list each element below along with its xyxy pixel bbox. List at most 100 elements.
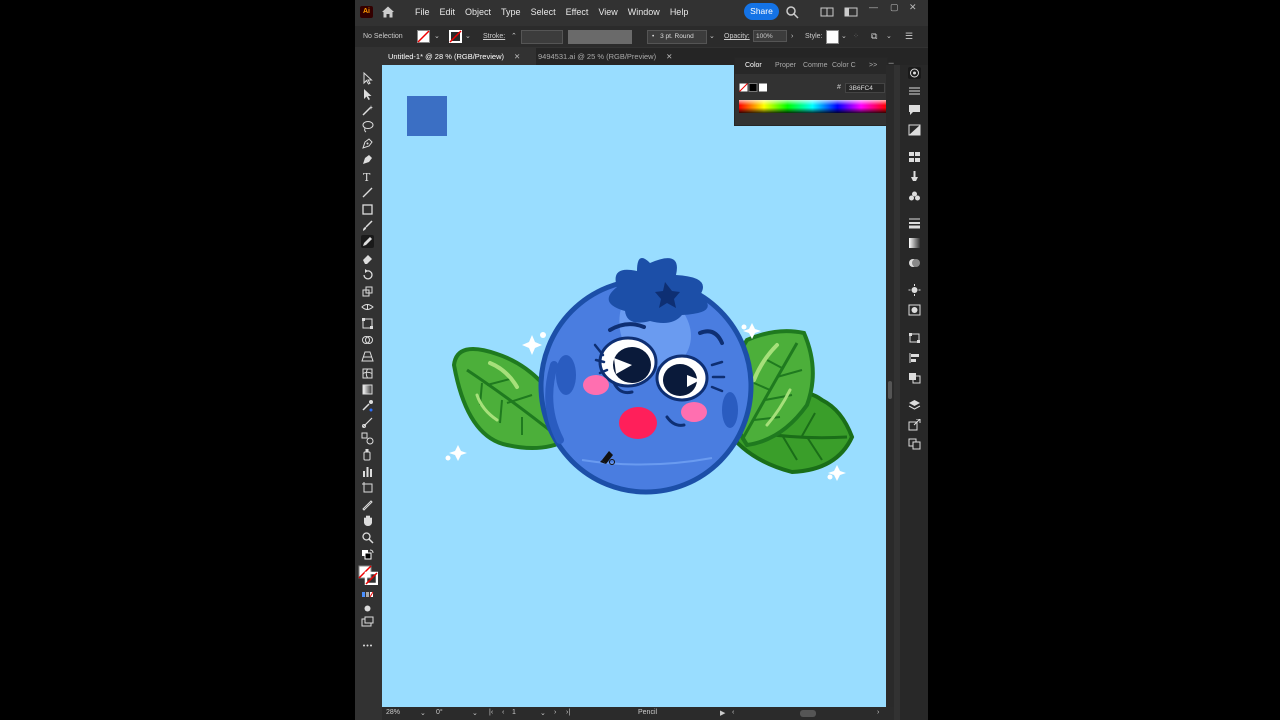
- default-fill-stroke-icon[interactable]: [361, 549, 374, 562]
- expand-panel-icon[interactable]: >>: [869, 62, 877, 69]
- close-tab-icon[interactable]: ✕: [514, 52, 520, 61]
- recolor-icon[interactable]: ⁘: [853, 26, 859, 47]
- scroll-left-icon[interactable]: ‹: [732, 709, 734, 716]
- variable-width-profile[interactable]: [568, 30, 632, 44]
- menu-effect[interactable]: Effect: [566, 7, 589, 17]
- brushes-icon[interactable]: [908, 170, 921, 182]
- artboard-tool-icon[interactable]: [361, 481, 374, 494]
- menu-edit[interactable]: Edit: [440, 7, 456, 17]
- gradient-tool-icon[interactable]: [361, 383, 374, 396]
- rotation-dropdown-icon[interactable]: ⌄: [472, 709, 478, 717]
- vertical-scrollbar[interactable]: [886, 65, 894, 707]
- hand-tool-icon[interactable]: [361, 514, 374, 527]
- direct-selection-tool-icon[interactable]: [361, 88, 374, 101]
- stroke-weight-field[interactable]: [521, 30, 563, 44]
- stroke-label[interactable]: Stroke:: [483, 26, 505, 47]
- lasso-tool-icon[interactable]: [361, 120, 374, 133]
- edit-toolbar-icon[interactable]: [361, 639, 374, 652]
- rectangle-tool-icon[interactable]: [361, 203, 374, 216]
- menu-file[interactable]: File: [415, 7, 430, 17]
- zoom-tool-icon[interactable]: [361, 531, 374, 544]
- color-mode-icon[interactable]: [361, 588, 374, 601]
- blend-tool-icon[interactable]: [361, 432, 374, 445]
- fill-dropdown-icon[interactable]: ⌄: [434, 26, 440, 47]
- drawing-mode-icon[interactable]: [361, 602, 374, 615]
- tab-untitled-1[interactable]: Untitled-1* @ 28 % (RGB/Preview) ✕: [382, 48, 536, 65]
- pencil-tool-icon[interactable]: [361, 235, 374, 248]
- align-panel-icon[interactable]: [908, 352, 921, 364]
- opacity-label[interactable]: Opacity:: [724, 26, 750, 47]
- column-graph-tool-icon[interactable]: [361, 465, 374, 478]
- menu-object[interactable]: Object: [465, 7, 491, 17]
- properties-icon[interactable]: [908, 85, 921, 97]
- width-tool-icon[interactable]: [361, 301, 374, 314]
- align-icon[interactable]: ⧉: [871, 26, 877, 47]
- horizontal-scroll-thumb[interactable]: [800, 710, 816, 717]
- fill-stroke-swatch-icon[interactable]: [358, 565, 378, 585]
- measure-tool-icon[interactable]: [361, 416, 374, 429]
- close-window-button[interactable]: ✕: [909, 2, 917, 13]
- graphic-styles-icon[interactable]: [908, 304, 921, 316]
- style-dropdown-icon[interactable]: ⌄: [841, 26, 847, 47]
- mesh-tool-icon[interactable]: [361, 367, 374, 380]
- menu-window[interactable]: Window: [628, 7, 660, 17]
- selection-tool-icon[interactable]: [361, 72, 374, 85]
- pathfinder-icon[interactable]: [908, 372, 921, 384]
- swatches-icon[interactable]: [908, 151, 921, 163]
- rotate-tool-icon[interactable]: [361, 268, 374, 281]
- none-swatch-icon[interactable]: [739, 83, 769, 93]
- tab-9494531[interactable]: 9494531.ai @ 25 % (RGB/Preview) ✕: [532, 48, 688, 65]
- menu-help[interactable]: Help: [670, 7, 689, 17]
- line-segment-tool-icon[interactable]: [361, 186, 374, 199]
- rotation-value[interactable]: 0°: [436, 709, 443, 716]
- pen-tool-icon[interactable]: [361, 137, 374, 150]
- opacity-arrow-icon[interactable]: ›: [791, 26, 793, 47]
- search-icon[interactable]: [785, 5, 799, 19]
- stroke-dropdown-icon[interactable]: ⌄: [465, 26, 471, 47]
- color-guide-icon[interactable]: [908, 124, 921, 136]
- last-artboard-icon[interactable]: ›|: [566, 709, 570, 716]
- scrollbar-thumb[interactable]: [888, 381, 892, 399]
- control-bar-menu-icon[interactable]: ☰: [905, 26, 913, 47]
- stroke-stepper-icon[interactable]: ⌃: [511, 26, 517, 47]
- zoom-dropdown-icon[interactable]: ⌄: [420, 709, 426, 717]
- zoom-level[interactable]: 28%: [386, 709, 400, 716]
- maximize-button[interactable]: ▢: [890, 2, 899, 13]
- tab-color-guide[interactable]: Color C: [832, 62, 856, 69]
- brush-definition-field[interactable]: • 3 pt. Round: [647, 30, 707, 44]
- arrange-documents-icon[interactable]: [820, 6, 834, 18]
- comments-icon[interactable]: [908, 104, 921, 116]
- menu-type[interactable]: Type: [501, 7, 521, 17]
- fill-swatch-icon[interactable]: [417, 30, 431, 43]
- graphic-style-swatch[interactable]: [826, 30, 839, 44]
- artboards-icon[interactable]: [908, 438, 921, 450]
- stroke-swatch-icon[interactable]: [449, 30, 463, 43]
- brush-dropdown-icon[interactable]: ⌄: [709, 26, 715, 47]
- align-dropdown-icon[interactable]: ⌄: [886, 26, 892, 47]
- prev-artboard-icon[interactable]: ‹: [502, 709, 504, 716]
- shape-builder-tool-icon[interactable]: [361, 334, 374, 347]
- share-button[interactable]: Share: [744, 3, 779, 20]
- artboard-canvas[interactable]: [382, 65, 886, 707]
- next-artboard-icon[interactable]: ›: [554, 709, 556, 716]
- layers-icon[interactable]: [908, 399, 921, 411]
- opacity-field[interactable]: 100%: [753, 30, 787, 42]
- artboard-dropdown-icon[interactable]: ⌄: [540, 709, 546, 717]
- tab-color[interactable]: Color: [745, 62, 762, 69]
- close-tab-icon[interactable]: ✕: [666, 52, 672, 61]
- tab-comments[interactable]: Comme: [803, 62, 828, 69]
- stroke-panel-icon[interactable]: [908, 217, 921, 229]
- workspace-switcher-icon[interactable]: [844, 6, 858, 18]
- hex-field[interactable]: 3B6FC4: [845, 83, 885, 93]
- free-transform-tool-icon[interactable]: [361, 317, 374, 330]
- screen-mode-icon[interactable]: [361, 616, 374, 629]
- scroll-right-icon[interactable]: ›: [877, 709, 879, 716]
- transparency-icon[interactable]: [908, 257, 921, 269]
- slice-tool-icon[interactable]: [361, 498, 374, 511]
- paintbrush-tool-icon[interactable]: [361, 219, 374, 232]
- magic-wand-tool-icon[interactable]: [361, 104, 374, 117]
- scale-tool-icon[interactable]: [361, 285, 374, 298]
- type-tool-icon[interactable]: T: [361, 170, 374, 183]
- home-icon[interactable]: [381, 5, 395, 19]
- symbols-icon[interactable]: [908, 190, 921, 202]
